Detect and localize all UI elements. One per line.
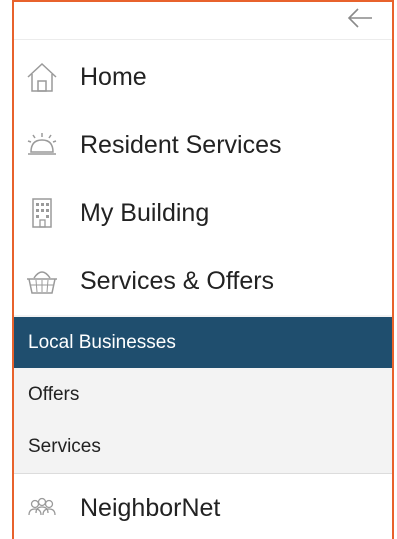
submenu-item-label: Services [28,435,101,457]
submenu-item-local-businesses[interactable]: Local Businesses [14,317,392,368]
drawer-header [14,2,392,40]
building-icon [24,195,60,231]
arrow-left-icon[interactable] [346,6,374,30]
nav-item-label: Resident Services [80,130,282,159]
service-bell-icon [24,127,60,163]
nav-item-my-building[interactable]: My Building [14,179,392,247]
nav-item-resident-services[interactable]: Resident Services [14,111,392,179]
nav-item-label: My Building [80,198,210,227]
submenu-item-label: Offers [28,383,80,405]
nav-item-label: Services & Offers [80,266,275,295]
nav-item-services-offers[interactable]: Services & Offers [14,247,392,315]
submenu-item-label: Local Businesses [28,331,176,353]
submenu-item-offers[interactable]: Offers [14,369,392,420]
nav-item-label: NeighborNet [80,493,221,522]
nav-item-label: Home [80,62,147,91]
services-offers-submenu: Local Businesses Offers Services [14,315,392,474]
house-icon [24,59,60,95]
navigation-drawer: Home Resident Services My Building Servi… [12,0,394,539]
nav-item-neighbornet[interactable]: NeighborNet [14,474,392,539]
submenu-item-services[interactable]: Services [14,421,392,472]
basket-icon [24,263,60,299]
people-icon [24,490,60,526]
nav-item-home[interactable]: Home [14,43,392,111]
